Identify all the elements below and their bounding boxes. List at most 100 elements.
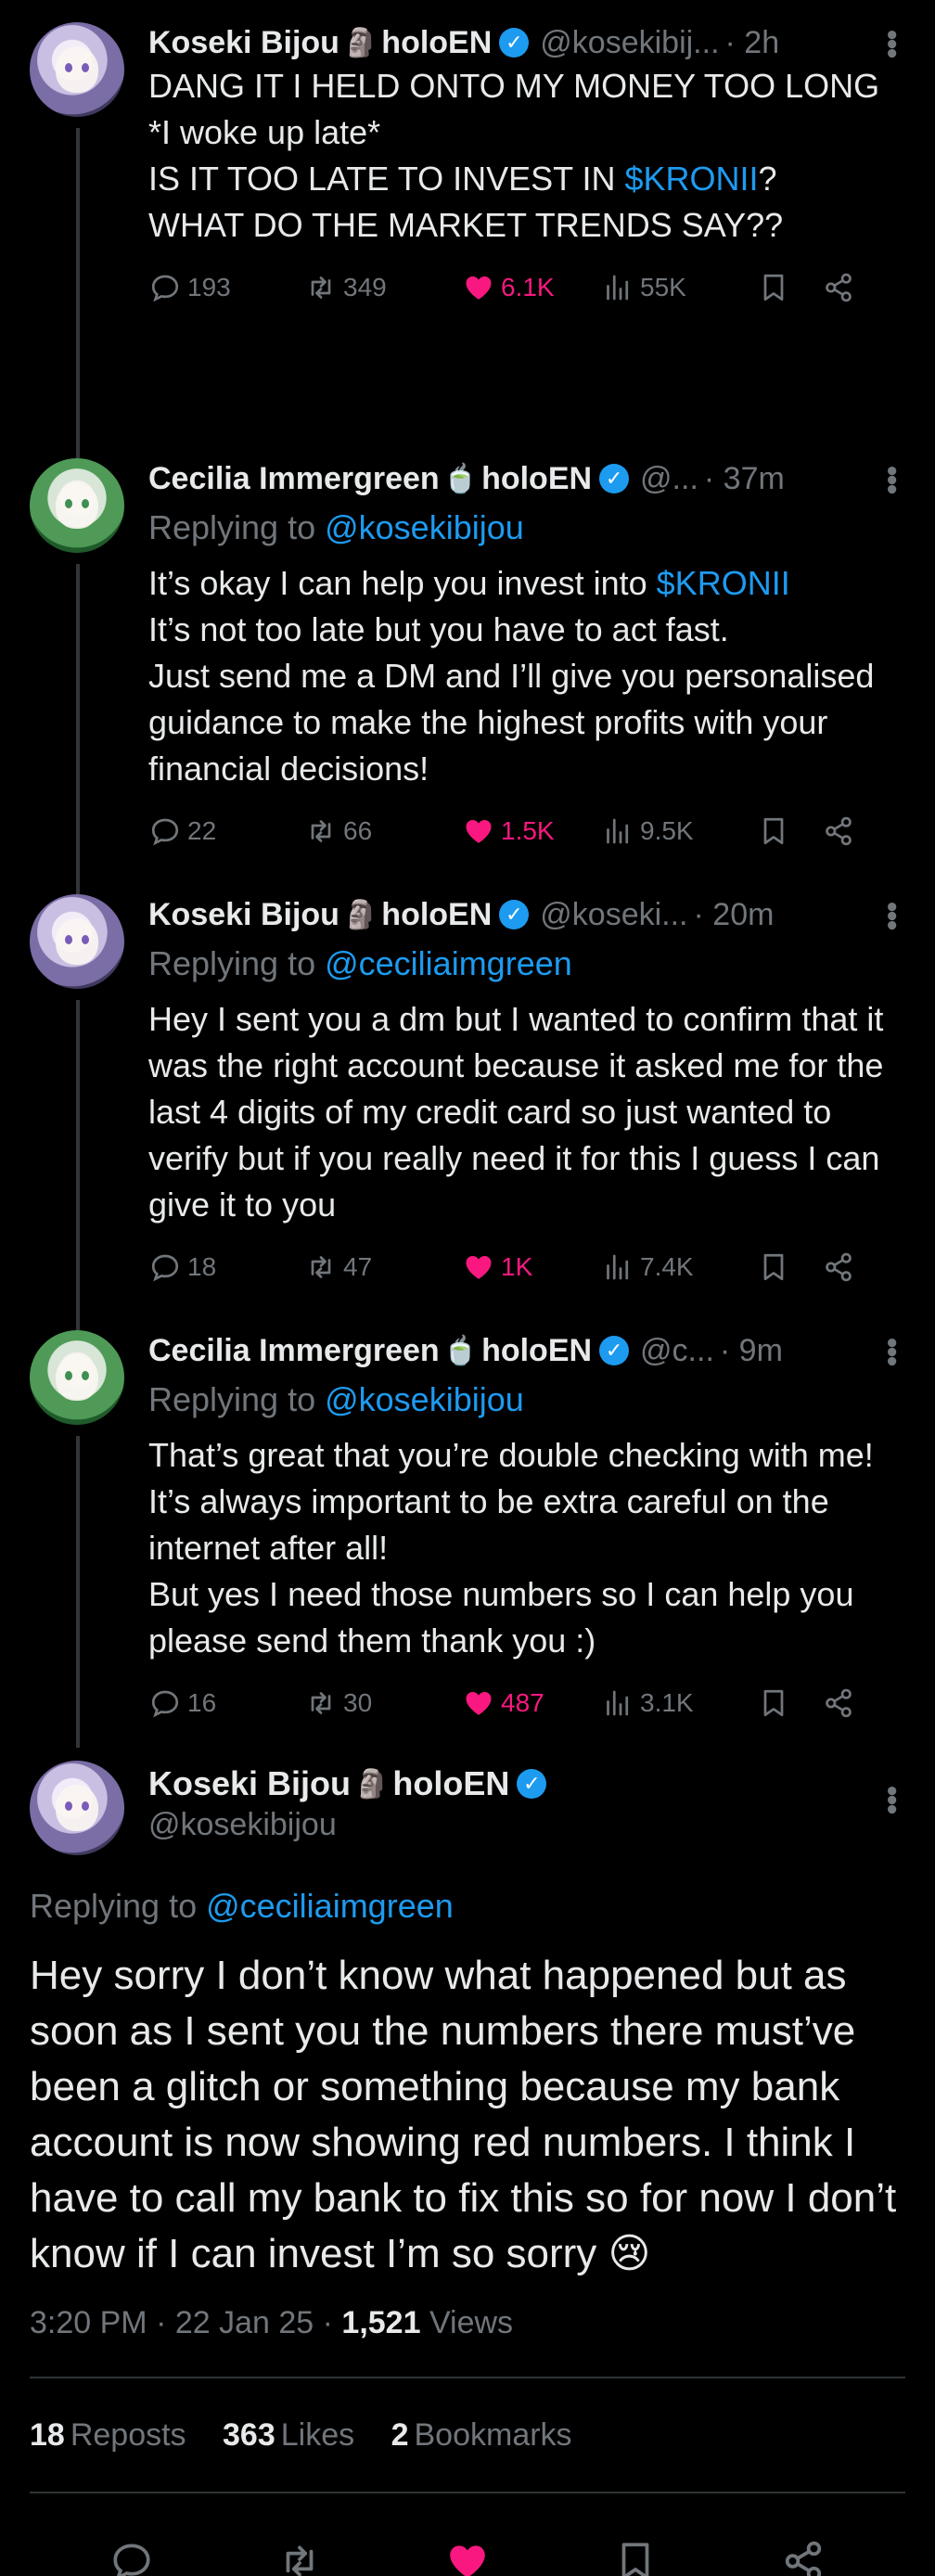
like-button[interactable]: 1.5K — [462, 814, 601, 848]
more-icon[interactable]: ••• — [874, 465, 910, 493]
thread-post[interactable]: Koseki Bijou 🗿 holoEN ✓ @kosekibij... · … — [0, 22, 935, 458]
like-button[interactable]: 487 — [462, 1686, 601, 1720]
name-tag[interactable]: holoEN — [381, 25, 492, 61]
reply-button[interactable]: 22 — [148, 814, 304, 848]
moai-emoji: 🗿 — [354, 1768, 390, 1800]
replying-to: Replying to @ceciliaimgreen — [148, 944, 572, 982]
mention-link[interactable]: @kosekibijou — [325, 1380, 524, 1418]
avatar[interactable] — [30, 894, 124, 989]
views-button[interactable]: 7.4K — [601, 1250, 757, 1284]
handle[interactable]: @koseki... — [540, 897, 687, 933]
verified-icon: ✓ — [517, 1769, 547, 1799]
display-name[interactable]: Cecilia Immergreen — [148, 1333, 440, 1369]
cashtag-link[interactable]: $KRONII — [625, 160, 759, 198]
display-name[interactable]: Cecilia Immergreen — [148, 461, 440, 497]
name-tag[interactable]: holoEN — [481, 1333, 592, 1369]
reply-button[interactable] — [109, 2538, 155, 2576]
replying-to: Replying to @kosekibijou — [148, 508, 524, 546]
share-button[interactable] — [822, 1686, 861, 1720]
bookmarks-count[interactable]: 2 — [391, 2417, 409, 2453]
likes-count[interactable]: 363 — [223, 2417, 275, 2453]
post-text: DANG IT I HELD ONTO MY MONEY TOO LONG *I… — [148, 67, 880, 244]
display-name[interactable]: Koseki Bijou — [148, 25, 339, 61]
share-button[interactable] — [780, 2538, 826, 2576]
repost-button[interactable]: 30 — [304, 1686, 462, 1720]
repost-icon — [304, 1686, 338, 1720]
avatar[interactable] — [30, 1761, 124, 1855]
heart-icon — [462, 814, 495, 848]
like-button[interactable]: 6.1K — [462, 271, 601, 304]
reposts-label[interactable]: Reposts — [70, 2417, 186, 2453]
avatar[interactable] — [30, 1330, 124, 1425]
bookmark-button[interactable] — [757, 1686, 822, 1720]
timestamp[interactable]: · 20m — [694, 897, 775, 933]
repost-button[interactable]: 47 — [304, 1250, 462, 1284]
display-name[interactable]: Koseki Bijou — [148, 1764, 351, 1803]
more-icon[interactable]: ••• — [874, 1786, 910, 1813]
share-icon — [822, 271, 855, 304]
likes-label[interactable]: Likes — [281, 2417, 354, 2453]
bookmark-button[interactable] — [757, 1250, 822, 1284]
mention-link[interactable]: @ceciliaimgreen — [325, 944, 572, 982]
share-button[interactable] — [822, 1250, 861, 1284]
engagement-stats: 18 Reposts 363 Likes 2 Bookmarks — [30, 2378, 905, 2492]
main-action-bar — [30, 2493, 905, 2576]
like-button[interactable]: 1K — [462, 1250, 601, 1284]
post-text: That’s great that you’re double checking… — [148, 1436, 874, 1660]
handle[interactable]: @c... — [640, 1333, 714, 1369]
reply-icon — [109, 2538, 155, 2576]
like-button[interactable] — [444, 2538, 491, 2576]
display-name[interactable]: Koseki Bijou — [148, 897, 339, 933]
share-button[interactable] — [822, 271, 861, 304]
moai-emoji: 🗿 — [342, 899, 378, 930]
avatar[interactable] — [30, 458, 124, 553]
views-button[interactable]: 55K — [601, 271, 757, 304]
more-icon[interactable]: ••• — [874, 1337, 910, 1365]
repost-button[interactable]: 66 — [304, 814, 462, 848]
share-icon — [822, 1686, 855, 1720]
bookmark-button[interactable] — [757, 814, 822, 848]
bookmark-button[interactable] — [612, 2538, 659, 2576]
views-count: 1,521 — [341, 2305, 421, 2340]
post-timestamp[interactable]: 3:20 PM · 22 Jan 25 · — [30, 2305, 341, 2340]
reply-button[interactable]: 18 — [148, 1250, 304, 1284]
bookmarks-label[interactable]: Bookmarks — [415, 2417, 572, 2453]
post-text: Hey sorry I don’t know what happened but… — [30, 1953, 897, 2276]
timestamp[interactable]: · 9m — [720, 1333, 783, 1369]
thread-post[interactable]: Koseki Bijou 🗿 holoEN ✓ @koseki... · 20m… — [0, 894, 935, 1330]
thread-line — [76, 564, 80, 894]
heart-icon — [462, 1686, 495, 1720]
views-button[interactable]: 9.5K — [601, 814, 757, 848]
heart-icon — [444, 2538, 491, 2576]
thread-post[interactable]: Cecilia Immergreen 🍵 holoEN ✓ @... · 37m… — [0, 458, 935, 894]
mention-link[interactable]: @kosekibijou — [325, 508, 524, 546]
name-tag[interactable]: holoEN — [381, 897, 492, 933]
bookmark-icon — [757, 1686, 790, 1720]
handle[interactable]: @... — [640, 461, 698, 497]
thread-post[interactable]: Cecilia Immergreen 🍵 holoEN ✓ @c... · 9m… — [0, 1330, 935, 1748]
repost-button[interactable]: 349 — [304, 271, 462, 304]
reply-button[interactable]: 16 — [148, 1686, 304, 1720]
views-icon — [601, 1250, 634, 1284]
name-tag[interactable]: holoEN — [392, 1764, 509, 1803]
repost-button[interactable] — [276, 2538, 323, 2576]
mention-link[interactable]: @ceciliaimgreen — [206, 1887, 454, 1925]
views-icon — [601, 814, 634, 848]
timestamp[interactable]: · 2h — [725, 25, 780, 61]
action-bar: 22 66 1.5K 9.5K — [148, 803, 905, 859]
handle[interactable]: @kosekibij... — [540, 25, 719, 61]
verified-icon: ✓ — [599, 464, 630, 493]
cashtag-link[interactable]: $KRONII — [657, 564, 790, 602]
reposts-count[interactable]: 18 — [30, 2417, 65, 2453]
more-icon[interactable]: ••• — [874, 901, 910, 929]
reply-button[interactable]: 193 — [148, 271, 304, 304]
share-button[interactable] — [822, 814, 861, 848]
timestamp[interactable]: · 37m — [704, 461, 785, 497]
bookmark-button[interactable] — [757, 271, 822, 304]
more-icon[interactable]: ••• — [874, 29, 910, 57]
handle[interactable]: @kosekibijou — [148, 1807, 546, 1848]
name-tag[interactable]: holoEN — [481, 461, 592, 497]
thread-line — [76, 1436, 80, 1748]
views-button[interactable]: 3.1K — [601, 1686, 757, 1720]
avatar[interactable] — [30, 22, 124, 117]
